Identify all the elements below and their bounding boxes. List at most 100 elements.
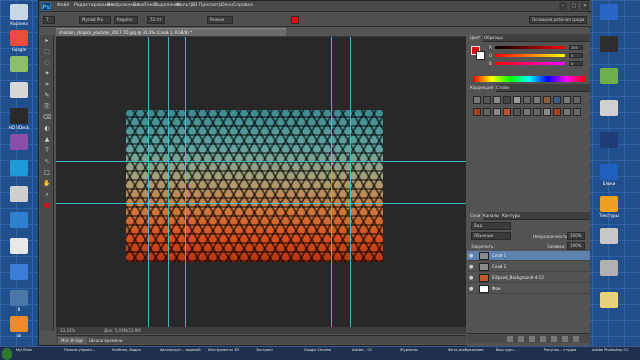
adjustment-icon[interactable] [473, 96, 481, 104]
workspace-select[interactable]: Основная рабочая среда [529, 16, 587, 24]
document-image[interactable] [126, 110, 383, 262]
tool-icon[interactable]: ■ [42, 201, 52, 210]
layer-row[interactable]: ● Ellipsed_Background-4-12 [467, 273, 590, 283]
guide-vertical[interactable] [168, 37, 169, 327]
adjustment-icon[interactable] [533, 96, 541, 104]
adjustment-icon[interactable] [543, 108, 551, 116]
adjustment-icon[interactable] [513, 108, 521, 116]
desktop-icon[interactable] [594, 260, 624, 277]
tool-icon[interactable]: ⌗ [42, 80, 52, 89]
guide-horizontal[interactable] [56, 203, 466, 204]
fx-icon[interactable] [518, 336, 524, 342]
adjustment-icon[interactable] [533, 108, 541, 116]
adjustment-icon[interactable] [553, 108, 561, 116]
adjustment-icon[interactable] [563, 108, 571, 116]
desktop-icon[interactable] [4, 134, 34, 151]
opacity-field[interactable]: 100% [567, 232, 585, 240]
desktop-icon[interactable]: HD VDeck [4, 108, 34, 130]
menu-item[interactable]: Слои [133, 3, 145, 8]
eye-icon[interactable]: ● [469, 253, 475, 259]
channel-value-field[interactable]: 0 [569, 61, 583, 66]
taskbar-item[interactable]: MyUTube [16, 348, 60, 360]
channel-slider[interactable] [495, 46, 565, 49]
mask-icon[interactable] [529, 336, 535, 342]
menu-item[interactable]: Справка [233, 3, 253, 8]
background-color-swatch[interactable] [476, 51, 485, 60]
tab-styles[interactable]: Стили [493, 84, 512, 92]
adjustment-icon[interactable] [503, 108, 511, 116]
desktop-icon[interactable] [594, 100, 624, 117]
text-color-swatch[interactable] [291, 16, 299, 24]
desktop-icon[interactable]: Блоки [594, 164, 624, 186]
desktop-icon[interactable]: Текстуры [594, 196, 624, 218]
adjustment-icon[interactable] [553, 96, 561, 104]
start-button[interactable] [2, 348, 12, 360]
tool-icon[interactable]: ✦ [42, 69, 52, 78]
tool-icon[interactable]: ✋ [42, 179, 52, 188]
taskbar-item[interactable]: Экстракт [256, 348, 300, 360]
font-family-select[interactable]: Myriad Pro [79, 16, 111, 24]
layer-row[interactable]: ● Фон [467, 284, 590, 294]
minimize-icon[interactable]: – [559, 2, 567, 10]
fill-field[interactable]: 100% [567, 242, 585, 250]
taskbar-item[interactable]: Учебное, Видео [112, 348, 156, 360]
adjustment-icon[interactable] [493, 96, 501, 104]
taskbar-item[interactable]: Ваш курс... [496, 348, 540, 360]
desktop-icon[interactable] [594, 4, 624, 21]
tool-icon[interactable]: ⌕ [42, 190, 52, 199]
adjustment-icon[interactable] [573, 96, 581, 104]
channel-value-field[interactable]: 255 [569, 45, 583, 50]
tool-icon[interactable]: ⬚ [42, 47, 52, 56]
maximize-icon[interactable]: □ [570, 2, 578, 10]
adjustment-icon[interactable] [493, 108, 501, 116]
zoom-readout[interactable]: 33,33% [60, 327, 75, 334]
tool-icon[interactable]: ✎ [42, 91, 52, 100]
desktop-icon[interactable] [4, 82, 34, 99]
desktop-icon[interactable] [4, 212, 34, 229]
menu-item[interactable]: 3D [191, 3, 197, 8]
desktop-icon[interactable] [4, 160, 34, 177]
desktop-icon[interactable] [594, 292, 624, 309]
eye-icon[interactable]: ● [469, 275, 475, 281]
tool-icon[interactable]: □ [42, 168, 52, 177]
channel-value-field[interactable]: 0 [569, 53, 583, 58]
desktop-icon[interactable] [594, 68, 624, 85]
tool-icon[interactable]: ▲ [42, 135, 52, 144]
menu-item[interactable]: Файл [57, 3, 69, 8]
guide-vertical[interactable] [331, 37, 332, 327]
blend-mode-select[interactable]: Обычные [471, 232, 511, 240]
adjustment-icon[interactable] [563, 96, 571, 104]
guide-vertical[interactable] [185, 37, 186, 327]
tab-swatches[interactable]: Образцы [481, 34, 506, 42]
taskbar-item[interactable]: Автозагруз... заданий [160, 348, 204, 360]
adjustment-icon[interactable] [523, 108, 531, 116]
canvas-area[interactable] [56, 37, 466, 327]
adjustment-icon[interactable] [483, 96, 491, 104]
desktop-icon[interactable]: Google [4, 30, 34, 52]
font-style-select[interactable]: Regular [114, 16, 138, 24]
tool-icon[interactable]: ⌫ [42, 113, 52, 122]
taskbar-item[interactable]: Рисунок... студия [544, 348, 588, 360]
taskbar-item[interactable]: Adobe Photoshop CC [592, 348, 636, 360]
tool-icon[interactable]: ▸ [42, 36, 52, 45]
menu-item[interactable]: Просмотр [199, 3, 222, 8]
tool-icon[interactable]: T [42, 146, 52, 155]
new-layer-icon[interactable] [562, 336, 568, 342]
guide-vertical[interactable] [350, 37, 351, 327]
adjustment-icon[interactable] [503, 96, 511, 104]
desktop-icon[interactable] [594, 132, 624, 149]
adjustment-icon[interactable] [483, 108, 491, 116]
type-tool-icon[interactable]: T [43, 16, 55, 24]
guide-vertical[interactable] [148, 37, 149, 327]
taskbar-item[interactable]: Панель управл... [64, 348, 108, 360]
tab-mini-bridge[interactable]: Mini Bridge [58, 337, 87, 344]
adjustment-icon[interactable] [543, 96, 551, 104]
adjustment-icon[interactable] [573, 108, 581, 116]
trash-icon[interactable] [573, 336, 579, 342]
link-icon[interactable] [507, 336, 513, 342]
tool-icon[interactable]: ⎘ [42, 102, 52, 111]
channel-slider[interactable] [495, 54, 565, 57]
eye-icon[interactable]: ● [469, 286, 475, 292]
tab-timeline[interactable]: Шкала времени [86, 337, 125, 344]
desktop-icon[interactable] [594, 36, 624, 53]
